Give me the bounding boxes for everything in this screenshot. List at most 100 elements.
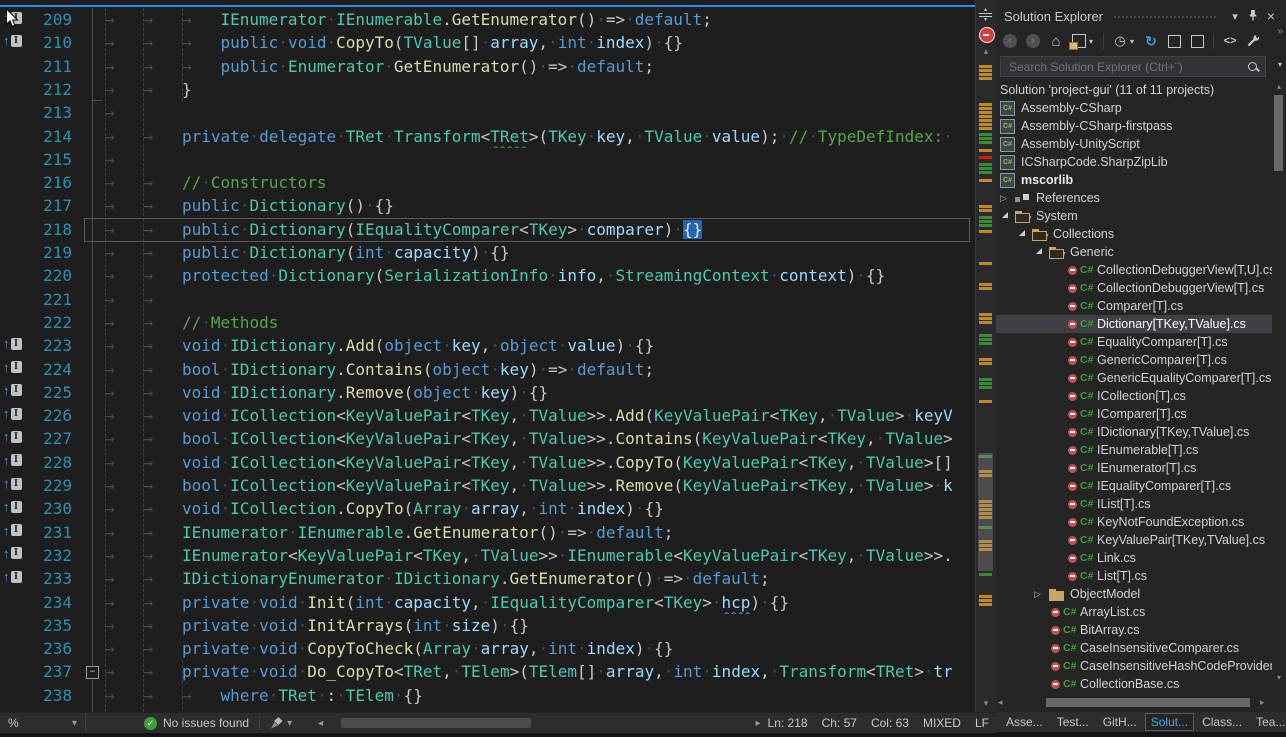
- panel-tab-gith[interactable]: GitH...: [1097, 713, 1143, 731]
- code-line[interactable]: 237−→→private·void·Do_CopyTo<TRet,·TElem…: [0, 660, 974, 683]
- panel-tab-tea[interactable]: Tea...: [1250, 713, 1286, 731]
- code-line[interactable]: 214→→private·delegate·TRet·Transform<TRe…: [0, 125, 974, 148]
- tree-horizontal-scrollbar[interactable]: ◂ ▸: [998, 696, 1270, 708]
- expanded-arrow-icon[interactable]: [1019, 230, 1025, 236]
- scroll-down-icon[interactable]: ▾: [1273, 673, 1285, 682]
- tree-scrollbar-thumb[interactable]: [1274, 95, 1283, 171]
- tree-item-solution[interactable]: Solution 'project-gui' (11 of 11 project…: [996, 81, 1272, 99]
- tree-item[interactable]: C#GenericEqualityComparer[T].cs: [996, 369, 1272, 387]
- tree-item[interactable]: System: [996, 207, 1272, 225]
- code-line[interactable]: ↑I209→→→IEnumerator·IEnumerable.GetEnume…: [0, 8, 974, 31]
- implements-gutter-icon[interactable]: ↑I: [3, 477, 22, 490]
- expanded-arrow-icon[interactable]: [1036, 248, 1042, 254]
- implements-gutter-icon[interactable]: ↑I: [3, 524, 22, 537]
- horizontal-scrollbar-thumb[interactable]: [341, 718, 531, 728]
- scroll-down-icon[interactable]: ▾: [976, 698, 996, 709]
- tree-item[interactable]: C#IEnumerable[T].cs: [996, 441, 1272, 459]
- hscroll-right-icon[interactable]: ▸: [756, 718, 761, 729]
- tree-vertical-scrollbar[interactable]: ▴ ▾: [1273, 82, 1285, 690]
- implements-gutter-icon[interactable]: ↑I: [3, 570, 22, 583]
- pin-icon[interactable]: [1244, 9, 1262, 24]
- implements-gutter-icon[interactable]: ↑I: [3, 361, 22, 374]
- code-line[interactable]: 238→→→where·TRet·:·TElem·{}: [0, 684, 974, 707]
- code-cleanup-button[interactable]: ▾: [270, 716, 292, 730]
- code-line[interactable]: ↑I233→→IDictionaryEnumerator·IDictionary…: [0, 567, 974, 590]
- tree-item[interactable]: C#CaseInsensitiveComparer.cs: [996, 639, 1272, 657]
- expanded-arrow-icon[interactable]: [1002, 212, 1008, 218]
- editor-vertical-scrollbar[interactable]: ▴▾ ▴ ▾: [975, 0, 996, 712]
- implements-gutter-icon[interactable]: ↑I: [3, 430, 22, 443]
- tree-item[interactable]: C#Dictionary[TKey,TValue].cs: [996, 315, 1272, 333]
- code-line[interactable]: 215→: [0, 148, 974, 171]
- home-button[interactable]: ⌂: [1046, 31, 1066, 51]
- collapse-all-button[interactable]: [1164, 31, 1184, 51]
- implements-gutter-icon[interactable]: ↑I: [3, 547, 22, 560]
- panel-tab-asse[interactable]: Asse...: [1000, 713, 1049, 731]
- search-icon[interactable]: [1247, 61, 1259, 73]
- tree-item[interactable]: C#GenericComparer[T].cs: [996, 351, 1272, 369]
- tree-hscrollbar-thumb[interactable]: [1046, 698, 1250, 707]
- code-line[interactable]: 219→→public·Dictionary(int·capacity)·{}: [0, 241, 974, 264]
- tree-item[interactable]: C#CollectionDebuggerView[T,U].cs: [996, 261, 1272, 279]
- forward-button[interactable]: ›: [1023, 31, 1043, 51]
- tree-item[interactable]: ▷References: [996, 189, 1272, 207]
- implements-gutter-icon[interactable]: ↑I: [3, 454, 22, 467]
- implements-gutter-icon[interactable]: ↑I: [3, 384, 22, 397]
- code-line[interactable]: ↑I228→→void·ICollection<KeyValuePair<TKe…: [0, 451, 974, 474]
- code-line[interactable]: ↑I232→→IEnumerator<KeyValuePair<TKey,·TV…: [0, 544, 974, 567]
- tree-item[interactable]: C#BitArray.cs: [996, 621, 1272, 639]
- tree-item[interactable]: C#Link.cs: [996, 549, 1272, 567]
- tree-item[interactable]: C#mscorlib: [996, 171, 1272, 189]
- tree-item[interactable]: C#IDictionary[TKey,TValue].cs: [996, 423, 1272, 441]
- zoom-select[interactable]: % ▾: [0, 713, 86, 733]
- scroll-up-icon[interactable]: ▴: [976, 46, 996, 57]
- collapsed-arrow-icon[interactable]: ▷: [1034, 589, 1047, 600]
- view-code-button[interactable]: <>: [1220, 31, 1240, 51]
- scroll-up-icon[interactable]: ▴: [1273, 82, 1285, 91]
- panel-drag-texture[interactable]: [1113, 15, 1218, 20]
- document-health-error-icon[interactable]: [979, 27, 995, 43]
- tree-item[interactable]: C#CollectionBase.cs: [996, 675, 1272, 692]
- tree-item[interactable]: C#IEnumerator[T].cs: [996, 459, 1272, 477]
- tree-item[interactable]: C#IComparer[T].cs: [996, 405, 1272, 423]
- code-line[interactable]: 217→→public·Dictionary()·{}: [0, 194, 974, 217]
- tree-item[interactable]: ▷ObjectModel: [996, 585, 1272, 603]
- tree-item[interactable]: C#KeyValuePair[TKey,TValue].cs: [996, 531, 1272, 549]
- tree-item[interactable]: C#List[T].cs: [996, 567, 1272, 585]
- collapsed-arrow-icon[interactable]: ▷: [1000, 193, 1013, 204]
- tree-item[interactable]: C#Assembly-CSharp: [996, 99, 1272, 117]
- panel-tab-class[interactable]: Class...: [1196, 713, 1248, 731]
- tree-item[interactable]: Generic: [996, 243, 1272, 261]
- code-line[interactable]: 235→→private·void·InitArrays(int·size)·{…: [0, 614, 974, 637]
- toolbar-overflow-icon[interactable]: »: [1277, 26, 1283, 37]
- switch-views-button[interactable]: [1069, 31, 1089, 51]
- search-box[interactable]: [1000, 56, 1266, 77]
- code-line[interactable]: 236→→private·void·CopyToCheck(Array·arra…: [0, 637, 974, 660]
- tree-item[interactable]: C#KeyNotFoundException.cs: [996, 513, 1272, 531]
- code-line[interactable]: 220→→protected·Dictionary(SerializationI…: [0, 264, 974, 287]
- tree-item[interactable]: C#EqualityComparer[T].cs: [996, 333, 1272, 351]
- close-icon[interactable]: ×: [1262, 8, 1280, 24]
- code-line[interactable]: ↑I227→→bool·ICollection<KeyValuePair<TKe…: [0, 427, 974, 450]
- tree-item[interactable]: C#Assembly-CSharp-firstpass: [996, 117, 1272, 135]
- code-line[interactable]: ↑I224→→bool·IDictionary.Contains(object·…: [0, 358, 974, 381]
- tree-item[interactable]: C#ICSharpCode.SharpZipLib: [996, 153, 1272, 171]
- status-encoding[interactable]: MIXED: [923, 716, 961, 730]
- code-line[interactable]: 218→→public·Dictionary(IEqualityComparer…: [0, 218, 974, 241]
- code-line[interactable]: 222→→//·Methods: [0, 311, 974, 334]
- tree-item[interactable]: C#Comparer[T].cs: [996, 297, 1272, 315]
- code-line[interactable]: 212→→}: [0, 78, 974, 101]
- implements-gutter-icon[interactable]: ↑I: [3, 407, 22, 420]
- chevron-down-icon[interactable]: ▾: [1089, 37, 1097, 46]
- tree-item[interactable]: C#CaseInsensitiveHashCodeProvider.cs: [996, 657, 1272, 675]
- code-line[interactable]: ↑I230→→void·ICollection.CopyTo(Array·arr…: [0, 497, 974, 520]
- code-line[interactable]: 234→→private·void·Init(int·capacity,·IEq…: [0, 591, 974, 614]
- code-line[interactable]: 221→→: [0, 288, 974, 311]
- horizontal-scrollbar[interactable]: [329, 717, 749, 729]
- panel-tab-solut[interactable]: Solut...: [1145, 713, 1194, 731]
- tree-item[interactable]: C#Assembly-UnityScript: [996, 135, 1272, 153]
- window-position-icon[interactable]: ▾: [1226, 10, 1244, 23]
- code-line[interactable]: ↑I226→→void·ICollection<KeyValuePair<TKe…: [0, 404, 974, 427]
- search-options-icon[interactable]: ▾: [1278, 60, 1282, 69]
- tree-item[interactable]: C#ArrayList.cs: [996, 603, 1272, 621]
